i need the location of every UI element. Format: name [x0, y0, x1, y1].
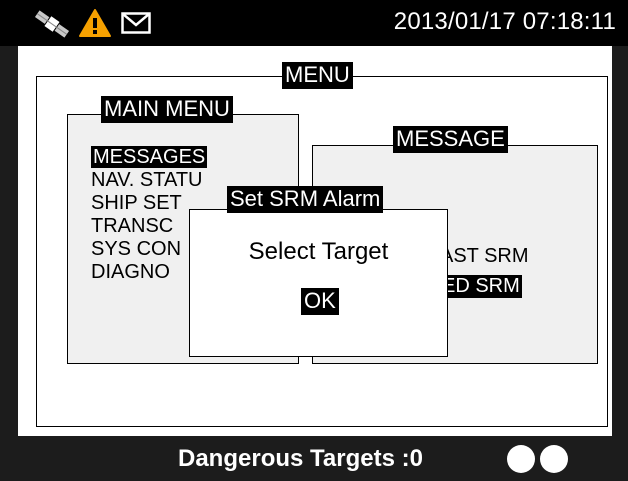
main-menu-item-sys-config[interactable]: SYS CON: [91, 238, 181, 260]
ok-button[interactable]: OK: [301, 288, 339, 315]
menu-frame-title: MENU: [282, 62, 353, 89]
datetime-label: 2013/01/17 07:18:11: [393, 8, 616, 35]
main-menu-item-nav-status[interactable]: NAV. STATU: [91, 169, 203, 191]
envelope-icon: [121, 12, 151, 39]
satellite-icon: [30, 8, 74, 45]
indicator-light-2: [540, 445, 568, 473]
main-menu-item-messages[interactable]: MESSAGES: [91, 146, 208, 168]
status-bar: 2013/01/17 07:18:11: [0, 0, 628, 46]
dialog-title: Set SRM Alarm: [227, 186, 384, 213]
main-menu-item-transceiver[interactable]: TRANSC: [91, 215, 173, 237]
main-menu-item-diagnostics[interactable]: DIAGNO: [91, 261, 170, 283]
warning-icon: [78, 8, 112, 43]
message-item-broadcast-srm[interactable]: AST SRM: [440, 245, 529, 268]
set-srm-alarm-dialog: [189, 209, 448, 357]
message-item-addressed-srm[interactable]: ED SRM: [440, 275, 522, 298]
main-menu-title: MAIN MENU: [101, 96, 233, 123]
message-menu-title: MESSAGE: [393, 126, 508, 153]
main-menu-item-ship-settings[interactable]: SHIP SET: [91, 192, 182, 214]
indicator-light-1: [507, 445, 535, 473]
dangerous-targets-label: Dangerous Targets :0: [178, 445, 423, 472]
dialog-message: Select Target: [248, 238, 389, 265]
